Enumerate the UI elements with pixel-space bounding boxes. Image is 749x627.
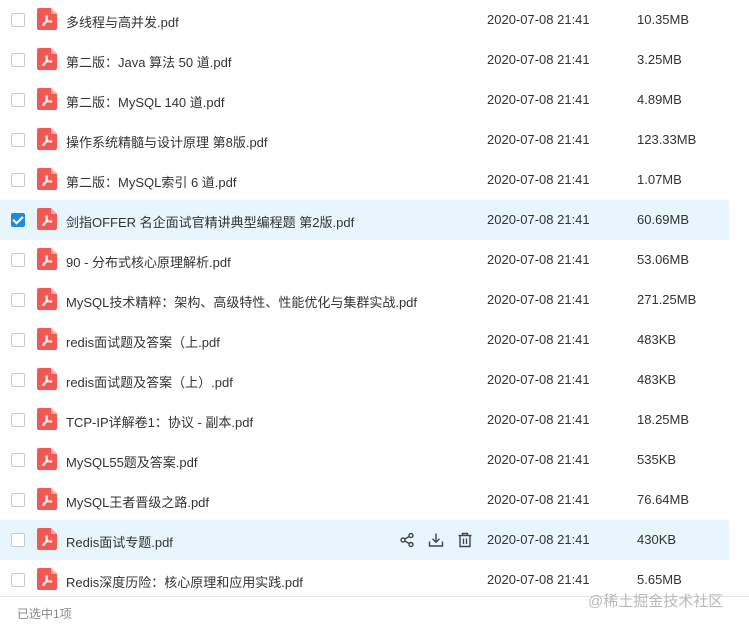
file-name[interactable]: 第二版：MySQL 140 道.pdf	[66, 92, 224, 111]
row-checkbox[interactable]	[11, 573, 25, 587]
pdf-file-icon	[37, 408, 57, 430]
file-date: 2020-07-08 21:41	[487, 252, 590, 267]
file-name[interactable]: 多线程与高并发.pdf	[66, 12, 179, 31]
share-icon	[400, 532, 414, 548]
file-date: 2020-07-08 21:41	[487, 532, 590, 547]
file-row[interactable]: 第二版：Java 算法 50 道.pdf 2020-07-08 21:41 3.…	[0, 40, 729, 80]
file-name[interactable]: redis面试题及答案（上）.pdf	[66, 372, 233, 391]
file-size: 535KB	[637, 452, 677, 467]
file-date: 2020-07-08 21:41	[487, 412, 590, 427]
pdf-file-icon	[37, 168, 57, 190]
share-button[interactable]	[398, 531, 416, 549]
pdf-file-icon	[37, 88, 57, 110]
file-size: 10.35MB	[637, 12, 690, 27]
file-row[interactable]: 剑指OFFER 名企面试官精讲典型编程题 第2版.pdf 2020-07-08 …	[0, 200, 729, 240]
row-checkbox[interactable]	[11, 453, 25, 467]
row-checkbox[interactable]	[11, 373, 25, 387]
row-checkbox[interactable]	[11, 413, 25, 427]
file-size: 5.65MB	[637, 572, 682, 587]
file-list: 多线程与高并发.pdf 2020-07-08 21:41 10.35MB 第二版…	[0, 0, 729, 600]
file-size: 76.64MB	[637, 492, 690, 507]
row-checkbox[interactable]	[11, 253, 25, 267]
pdf-file-icon	[37, 288, 57, 310]
file-row[interactable]: TCP-IP详解卷1：协议 - 副本.pdf 2020-07-08 21:41 …	[0, 400, 729, 440]
pdf-file-icon	[37, 568, 57, 590]
file-size: 3.25MB	[637, 52, 682, 67]
file-date: 2020-07-08 21:41	[487, 292, 590, 307]
row-checkbox[interactable]	[11, 93, 25, 107]
file-size: 60.69MB	[637, 212, 690, 227]
file-name[interactable]: MySQL55题及答案.pdf	[66, 452, 198, 471]
file-name[interactable]: 第二版：MySQL索引 6 道.pdf	[66, 172, 236, 191]
file-date: 2020-07-08 21:41	[487, 172, 590, 187]
selection-count: 已选中1项	[17, 607, 72, 621]
file-row[interactable]: Redis面试专题.pdf 2020-07-08 21:41 430KB	[0, 520, 729, 560]
file-date: 2020-07-08 21:41	[487, 12, 590, 27]
row-checkbox[interactable]	[11, 533, 25, 547]
file-date: 2020-07-08 21:41	[487, 572, 590, 587]
file-date: 2020-07-08 21:41	[487, 132, 590, 147]
pdf-file-icon	[37, 8, 57, 30]
file-size: 483KB	[637, 372, 677, 387]
file-name[interactable]: 第二版：Java 算法 50 道.pdf	[66, 52, 231, 71]
pdf-file-icon	[37, 208, 57, 230]
file-name[interactable]: TCP-IP详解卷1：协议 - 副本.pdf	[66, 412, 253, 431]
file-name[interactable]: 90 - 分布式核心原理解析.pdf	[66, 252, 231, 271]
file-size: 430KB	[637, 532, 677, 547]
file-name[interactable]: Redis面试专题.pdf	[66, 532, 173, 551]
file-date: 2020-07-08 21:41	[487, 92, 590, 107]
file-row[interactable]: MySQL技术精粹：架构、高级特性、性能优化与集群实战.pdf 2020-07-…	[0, 280, 729, 320]
file-name[interactable]: MySQL技术精粹：架构、高级特性、性能优化与集群实战.pdf	[66, 292, 417, 311]
file-row[interactable]: 操作系统精髓与设计原理 第8版.pdf 2020-07-08 21:41 123…	[0, 120, 729, 160]
row-checkbox[interactable]	[11, 133, 25, 147]
file-date: 2020-07-08 21:41	[487, 212, 590, 227]
file-date: 2020-07-08 21:41	[487, 452, 590, 467]
row-checkbox[interactable]	[11, 173, 25, 187]
file-size: 53.06MB	[637, 252, 690, 267]
download-icon	[428, 533, 444, 547]
pdf-file-icon	[37, 248, 57, 270]
row-checkbox[interactable]	[11, 333, 25, 347]
file-size: 483KB	[637, 332, 677, 347]
row-checkbox[interactable]	[11, 213, 25, 227]
file-date: 2020-07-08 21:41	[487, 332, 590, 347]
delete-button[interactable]	[456, 531, 474, 549]
file-row[interactable]: 90 - 分布式核心原理解析.pdf 2020-07-08 21:41 53.0…	[0, 240, 729, 280]
file-row[interactable]: MySQL55题及答案.pdf 2020-07-08 21:41 535KB	[0, 440, 729, 480]
file-name[interactable]: 操作系统精髓与设计原理 第8版.pdf	[66, 132, 268, 151]
file-row[interactable]: 多线程与高并发.pdf 2020-07-08 21:41 10.35MB	[0, 0, 729, 40]
row-checkbox[interactable]	[11, 53, 25, 67]
file-row[interactable]: redis面试题及答案（上.pdf 2020-07-08 21:41 483KB	[0, 320, 729, 360]
download-button[interactable]	[427, 531, 445, 549]
file-date: 2020-07-08 21:41	[487, 492, 590, 507]
file-row[interactable]: 第二版：MySQL 140 道.pdf 2020-07-08 21:41 4.8…	[0, 80, 729, 120]
file-size: 4.89MB	[637, 92, 682, 107]
pdf-file-icon	[37, 488, 57, 510]
pdf-file-icon	[37, 448, 57, 470]
trash-icon	[458, 532, 472, 548]
file-size: 271.25MB	[637, 292, 697, 307]
row-checkbox[interactable]	[11, 493, 25, 507]
pdf-file-icon	[37, 328, 57, 350]
pdf-file-icon	[37, 48, 57, 70]
file-size: 1.07MB	[637, 172, 682, 187]
row-checkbox[interactable]	[11, 293, 25, 307]
pdf-file-icon	[37, 128, 57, 150]
file-row[interactable]: redis面试题及答案（上）.pdf 2020-07-08 21:41 483K…	[0, 360, 729, 400]
pdf-file-icon	[37, 528, 57, 550]
file-size: 123.33MB	[637, 132, 697, 147]
pdf-file-icon	[37, 368, 57, 390]
file-size: 18.25MB	[637, 412, 690, 427]
file-name[interactable]: redis面试题及答案（上.pdf	[66, 332, 220, 351]
file-name[interactable]: Redis深度历险：核心原理和应用实践.pdf	[66, 572, 303, 591]
file-date: 2020-07-08 21:41	[487, 52, 590, 67]
row-checkbox[interactable]	[11, 13, 25, 27]
file-row[interactable]: 第二版：MySQL索引 6 道.pdf 2020-07-08 21:41 1.0…	[0, 160, 729, 200]
file-name[interactable]: MySQL王者晋级之路.pdf	[66, 492, 209, 511]
row-actions	[398, 531, 474, 549]
file-row[interactable]: MySQL王者晋级之路.pdf 2020-07-08 21:41 76.64MB	[0, 480, 729, 520]
file-name[interactable]: 剑指OFFER 名企面试官精讲典型编程题 第2版.pdf	[66, 212, 354, 231]
watermark: @稀土掘金技术社区	[588, 593, 724, 610]
file-date: 2020-07-08 21:41	[487, 372, 590, 387]
